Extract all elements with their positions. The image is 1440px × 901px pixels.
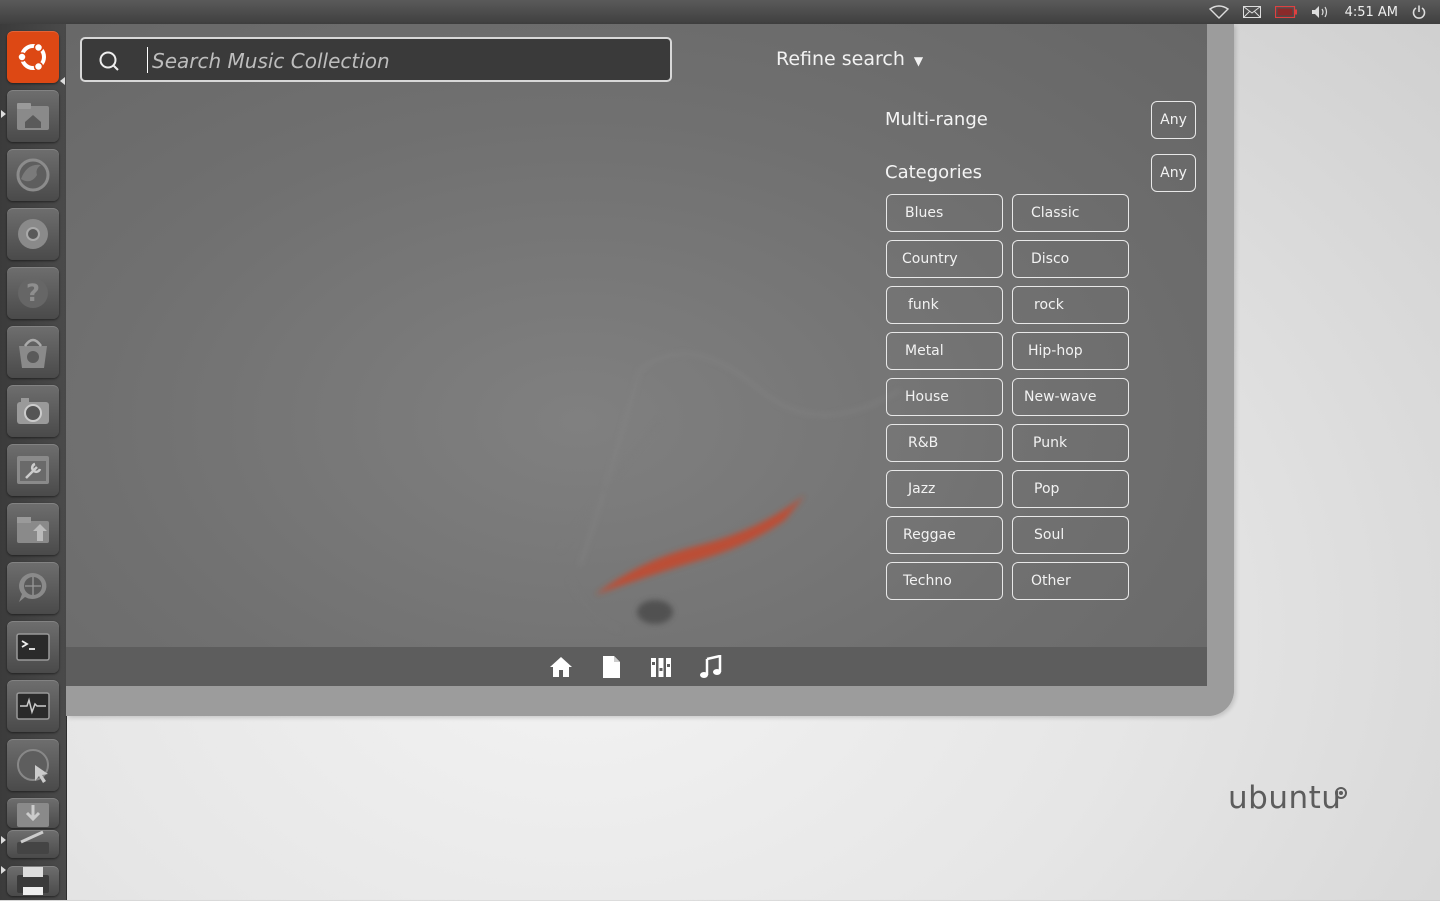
category-disco[interactable]: Disco xyxy=(1012,240,1129,278)
camera-icon[interactable] xyxy=(7,385,59,437)
terminal-icon[interactable] xyxy=(7,621,59,673)
svg-text:?: ? xyxy=(26,279,40,307)
refine-search-toggle[interactable]: Refine search ▼ xyxy=(776,48,923,70)
ubuntu-circle-of-friends-icon xyxy=(1335,787,1347,799)
wallpaper-decoration xyxy=(559,353,901,631)
category-jazz[interactable]: Jazz xyxy=(886,470,1003,508)
running-indicator xyxy=(1,110,6,118)
ubuntu-wordmark: ubuntu xyxy=(1228,780,1342,816)
refine-search-label: Refine search xyxy=(776,48,905,70)
categories-label: Categories xyxy=(885,162,983,183)
active-indicator xyxy=(60,77,65,85)
ubuntu-logo-icon[interactable] xyxy=(7,31,59,83)
applications-lens-icon[interactable] xyxy=(648,654,674,680)
multi-range-label: Multi-range xyxy=(885,109,988,130)
category-metal[interactable]: Metal xyxy=(886,332,1003,370)
category-reggae[interactable]: Reggae xyxy=(886,516,1003,554)
search-bar[interactable] xyxy=(80,37,672,82)
text-caret xyxy=(147,47,148,73)
chrome-icon[interactable] xyxy=(7,208,59,260)
category-house[interactable]: House xyxy=(886,378,1003,416)
running-indicator xyxy=(1,836,6,844)
home-lens-icon[interactable] xyxy=(548,654,574,680)
category-new-wave[interactable]: New-wave xyxy=(1012,378,1129,416)
mail-icon[interactable] xyxy=(1242,0,1261,24)
category-techno[interactable]: Techno xyxy=(886,562,1003,600)
battery-icon[interactable] xyxy=(1274,0,1297,24)
category-classic[interactable]: Classic xyxy=(1012,194,1129,232)
volume-icon[interactable] xyxy=(1311,0,1331,24)
top-panel: 4:51 AM xyxy=(0,0,1440,24)
category-country[interactable]: Country xyxy=(886,240,1003,278)
music-lens-icon[interactable] xyxy=(698,654,724,680)
software-center-icon[interactable] xyxy=(7,326,59,378)
launcher: ? xyxy=(0,24,67,900)
category-funk[interactable]: funk xyxy=(886,286,1003,324)
category-punk[interactable]: Punk xyxy=(1012,424,1129,462)
search-input[interactable] xyxy=(150,45,654,77)
system-monitor-icon[interactable] xyxy=(7,680,59,732)
chevron-down-icon: ▼ xyxy=(913,53,924,68)
power-icon[interactable] xyxy=(1412,0,1426,24)
category-soul[interactable]: Soul xyxy=(1012,516,1129,554)
globe-chat-icon[interactable] xyxy=(7,562,59,614)
system-tray: 4:51 AM xyxy=(1208,0,1440,24)
files-lens-icon[interactable] xyxy=(598,654,624,680)
clock[interactable]: 4:51 AM xyxy=(1345,5,1398,20)
file-upload-icon[interactable] xyxy=(7,503,59,555)
printer-icon[interactable] xyxy=(7,866,59,896)
lens-bar xyxy=(66,647,1207,686)
category-blues[interactable]: Blues xyxy=(886,194,1003,232)
wifi-icon[interactable] xyxy=(1208,0,1229,24)
network-icon[interactable] xyxy=(7,739,59,791)
search-icon xyxy=(99,51,119,71)
multi-range-any-button[interactable]: Any xyxy=(1151,101,1196,139)
categories-any-button[interactable]: Any xyxy=(1151,154,1196,192)
home-folder-icon[interactable] xyxy=(7,90,59,142)
category-r-and-b[interactable]: R&B xyxy=(886,424,1003,462)
category-rock[interactable]: rock xyxy=(1012,286,1129,324)
category-hip-hop[interactable]: Hip-hop xyxy=(1012,332,1129,370)
firefox-icon[interactable] xyxy=(7,149,59,201)
system-settings-icon[interactable] xyxy=(7,444,59,496)
category-other[interactable]: Other xyxy=(1012,562,1129,600)
running-indicator xyxy=(1,866,6,874)
help-icon[interactable]: ? xyxy=(7,267,59,319)
category-pop[interactable]: Pop xyxy=(1012,470,1129,508)
scanner-icon[interactable] xyxy=(7,830,59,858)
